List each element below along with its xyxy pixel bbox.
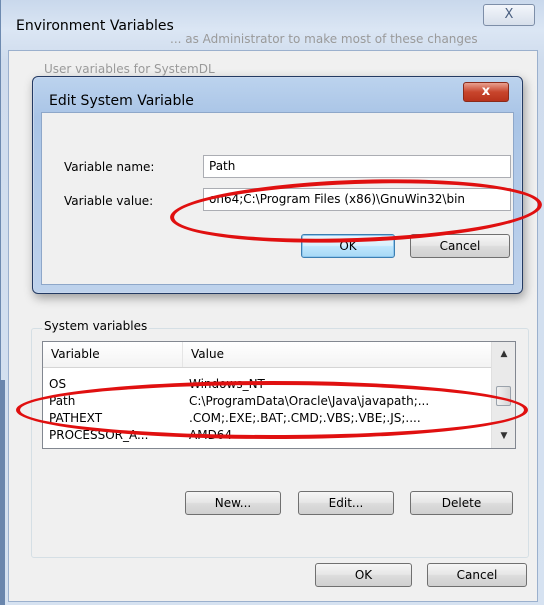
row-variable: PATHEXT	[49, 411, 103, 425]
outer-close-button[interactable]: X	[483, 4, 535, 26]
edit-button[interactable]: Edit...	[298, 491, 394, 515]
variable-name-label: Variable name:	[64, 160, 155, 174]
edit-cancel-button[interactable]: Cancel	[410, 234, 510, 258]
edit-ok-button[interactable]: OK	[301, 234, 395, 258]
row-value: Windows_NT	[189, 377, 265, 391]
scroll-down-icon[interactable]: ▼	[495, 428, 513, 444]
column-header-value[interactable]: Value	[183, 342, 491, 367]
outer-window-title: Environment Variables	[16, 18, 174, 34]
table-row[interactable]: PROCESSOR_A... AMD64	[43, 427, 489, 444]
variable-value-field[interactable]: on64;C:\Program Files (x86)\GnuWin32\bin	[203, 188, 511, 211]
system-variables-label: System variables	[42, 319, 150, 333]
row-value: AMD64	[189, 428, 233, 442]
edit-dialog-body: Variable name: Path Variable value: on64…	[41, 112, 514, 285]
list-scrollbar[interactable]: ▲ ▼	[491, 342, 515, 448]
edit-system-variable-dialog: Edit System Variable x Variable name: Pa…	[32, 76, 523, 294]
table-row[interactable]: OS Windows_NT	[43, 376, 489, 393]
variable-value-label: Variable value:	[64, 194, 154, 208]
edit-dialog-close-button[interactable]: x	[463, 82, 509, 102]
ghost-hint-text: ... as Administrator to make most of the…	[170, 32, 478, 46]
cancel-button[interactable]: Cancel	[427, 563, 527, 587]
row-value: .COM;.EXE;.BAT;.CMD;.VBS;.VBE;.JS;....	[189, 411, 421, 425]
row-variable: OS	[49, 377, 67, 391]
scroll-up-icon[interactable]: ▲	[495, 346, 513, 362]
table-row[interactable]: PATHEXT .COM;.EXE;.BAT;.CMD;.VBS;.VBE;.J…	[43, 410, 489, 427]
system-variables-list[interactable]: Variable Value OS Windows_NT Path C:\Pro…	[42, 341, 516, 449]
column-header-variable[interactable]: Variable	[43, 342, 183, 367]
edit-dialog-title: Edit System Variable	[49, 93, 194, 109]
row-variable: PROCESSOR_A...	[49, 428, 149, 442]
ok-button[interactable]: OK	[315, 563, 412, 587]
ghost-user-variables-label: User variables for SystemDL	[44, 62, 215, 76]
table-row-path[interactable]: Path C:\ProgramData\Oracle\Java\javapath…	[43, 393, 489, 410]
delete-button[interactable]: Delete	[410, 491, 513, 515]
row-value: C:\ProgramData\Oracle\Java\javapath;...	[189, 394, 430, 408]
scroll-thumb[interactable]	[496, 386, 511, 406]
window-edge	[0, 380, 5, 605]
variable-name-field[interactable]: Path	[203, 155, 511, 178]
row-variable: Path	[49, 394, 76, 408]
new-button[interactable]: New...	[185, 491, 281, 515]
list-header: Variable Value	[43, 342, 491, 368]
